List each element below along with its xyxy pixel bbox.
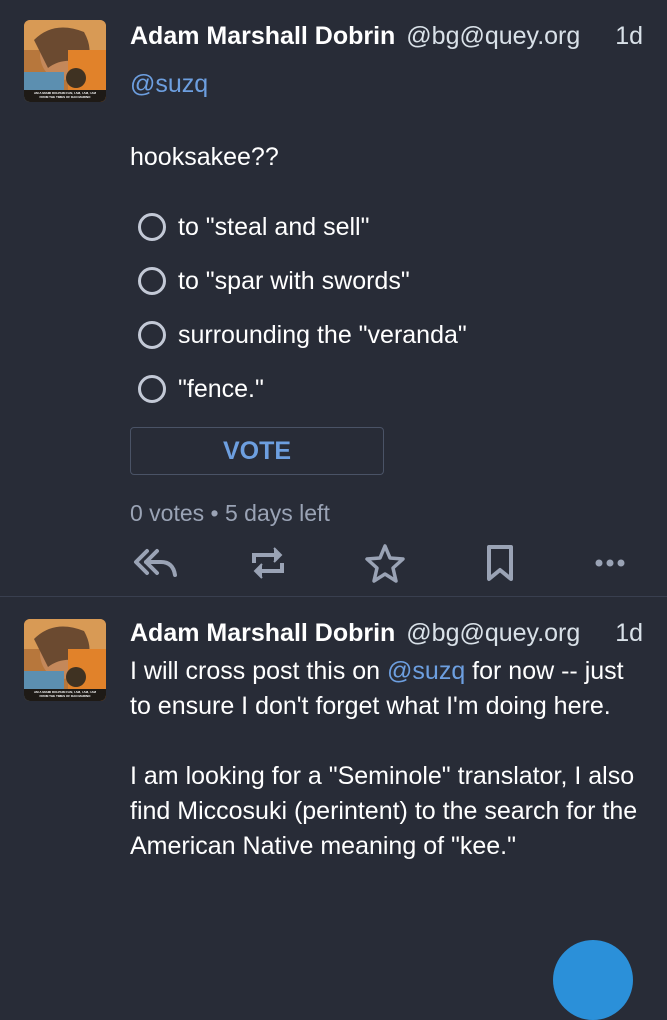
- avatar-caption-2: FROM THE TIMES OF DAN MARINO: [39, 694, 91, 698]
- bookmark-icon: [487, 545, 513, 581]
- poll-footer: 0 votes • 5 days left: [130, 500, 330, 527]
- action-bar: [130, 538, 630, 588]
- poll-option-label: surrounding the "veranda": [178, 320, 467, 349]
- boost-button[interactable]: [243, 538, 293, 588]
- display-name[interactable]: Adam Marshall Dobrin: [130, 619, 395, 647]
- separator-dot: •: [210, 500, 219, 526]
- paragraph: I will cross post this on @suzq for now …: [130, 654, 640, 724]
- display-name[interactable]: Adam Marshall Dobrin: [130, 22, 395, 50]
- account-handle[interactable]: @bg@quey.org: [406, 619, 580, 647]
- reply-all-icon: [134, 549, 177, 577]
- boost-icon: [252, 547, 284, 579]
- poll-option[interactable]: surrounding the "veranda": [138, 308, 467, 362]
- post-header: Adam Marshall Dobrin @bg@quey.org 1d: [130, 20, 643, 52]
- favourite-button[interactable]: [360, 538, 410, 588]
- poll-option[interactable]: to "spar with swords": [138, 254, 467, 308]
- poll-option[interactable]: to "steal and sell": [138, 200, 467, 254]
- poll-option-label: to "steal and sell": [178, 212, 370, 241]
- mention-link[interactable]: @suzq: [130, 70, 208, 99]
- post-content: hooksakee??: [130, 143, 279, 171]
- avatar[interactable]: AM A MIAMI DOLPHIN FAN, I AM, I AM, I AM…: [24, 20, 106, 102]
- status-post[interactable]: AM A MIAMI DOLPHIN FAN, I AM, I AM, I AM…: [0, 597, 667, 960]
- mention-link[interactable]: @suzq: [387, 657, 465, 685]
- post-content: I will cross post this on @suzq for now …: [130, 654, 640, 899]
- radio-button[interactable]: [138, 321, 166, 349]
- radio-button[interactable]: [138, 267, 166, 295]
- avatar-image: [24, 20, 106, 102]
- avatar[interactable]: AM A MIAMI DOLPHIN FAN, I AM, I AM, I AM…: [24, 619, 106, 701]
- more-button[interactable]: [585, 538, 635, 588]
- text-run: I will cross post this on: [130, 657, 388, 685]
- radio-button[interactable]: [138, 375, 166, 403]
- star-icon: [365, 544, 405, 583]
- bookmark-button[interactable]: [475, 538, 525, 588]
- post-header: Adam Marshall Dobrin @bg@quey.org 1d: [130, 617, 643, 649]
- avatar-caption-2: FROM THE TIMES OF DAN MARINO: [39, 95, 91, 99]
- poll: to "steal and sell" to "spar with swords…: [138, 200, 467, 416]
- status-post-poll[interactable]: AM A MIAMI DOLPHIN FAN, I AM, I AM, I AM…: [0, 0, 667, 597]
- post-time[interactable]: 1d: [615, 20, 643, 52]
- radio-button[interactable]: [138, 213, 166, 241]
- time-left: 5 days left: [225, 500, 330, 526]
- reply-all-button[interactable]: [130, 538, 180, 588]
- paragraph: I am looking for a "Seminole" translator…: [130, 762, 638, 860]
- more-icon: [595, 559, 625, 567]
- vote-count: 0 votes: [130, 500, 205, 526]
- poll-option-label: "fence.": [178, 374, 264, 403]
- vote-button[interactable]: VOTE: [130, 427, 384, 475]
- avatar-image: [24, 619, 106, 701]
- account-handle[interactable]: @bg@quey.org: [406, 22, 580, 50]
- compose-button[interactable]: [553, 940, 633, 1020]
- post-time[interactable]: 1d: [615, 617, 643, 649]
- poll-option-label: to "spar with swords": [178, 266, 410, 295]
- poll-option[interactable]: "fence.": [138, 362, 467, 416]
